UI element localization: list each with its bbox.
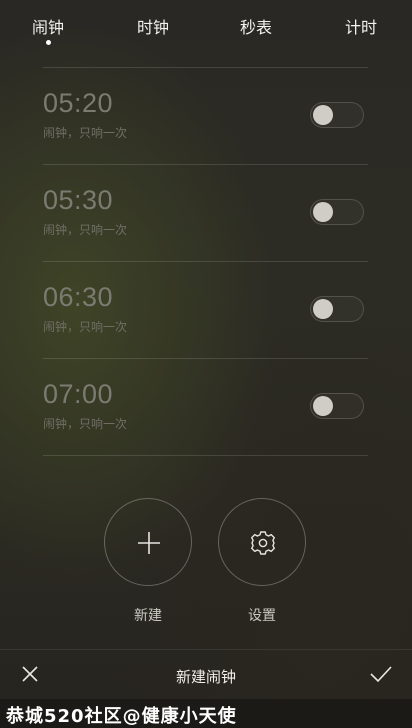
alarm-time: 07:00 xyxy=(43,379,114,409)
alarm-row[interactable]: 07:00 闹钟，只响一次 xyxy=(43,359,368,456)
alarm-time: 06:30 xyxy=(43,282,114,312)
new-alarm-label: 新建 xyxy=(134,608,162,624)
alarm-row[interactable]: 05:30 闹钟，只响一次 xyxy=(43,165,368,262)
alarm-toggle[interactable] xyxy=(310,393,364,419)
toggle-knob xyxy=(313,299,333,319)
alarm-repeat-label: 闹钟，只响一次 xyxy=(43,417,128,431)
settings-label: 设置 xyxy=(248,608,276,624)
watermark-text: 恭城520社区@健康小天使 xyxy=(6,706,237,727)
toggle-knob xyxy=(313,105,333,125)
alarm-time: 05:20 xyxy=(43,88,114,118)
alarm-list: 05:20 闹钟，只响一次 05:30 闹钟，只响一次 06:30 闹钟，只响一… xyxy=(43,67,368,456)
toggle-knob xyxy=(313,396,333,416)
bottom-action-bar: 新建闹钟 xyxy=(0,649,412,700)
tab-timer[interactable]: 计时 xyxy=(345,14,377,38)
confirm-button[interactable] xyxy=(369,664,393,688)
alarm-toggle[interactable] xyxy=(310,296,364,322)
tab-alarm[interactable]: 闹钟 xyxy=(32,14,64,38)
watermark-strip: 恭城520社区@健康小天使 xyxy=(0,699,412,728)
alarm-row[interactable]: 05:20 闹钟，只响一次 xyxy=(43,68,368,165)
bottom-bar-title: 新建闹钟 xyxy=(175,668,236,686)
active-tab-indicator xyxy=(46,40,51,45)
toggle-knob xyxy=(313,202,333,222)
settings-button[interactable] xyxy=(218,498,306,586)
alarm-row[interactable]: 06:30 闹钟，只响一次 xyxy=(43,262,368,359)
alarm-repeat-label: 闹钟，只响一次 xyxy=(43,320,128,334)
gear-icon xyxy=(251,531,275,555)
plus-icon xyxy=(138,532,160,554)
new-alarm-button[interactable] xyxy=(104,498,192,586)
alarm-repeat-label: 闹钟，只响一次 xyxy=(43,223,128,237)
tab-stopwatch[interactable]: 秒表 xyxy=(240,14,272,38)
tab-bar: 闹钟 时钟 秒表 计时 xyxy=(0,0,412,52)
alarm-toggle[interactable] xyxy=(310,199,364,225)
alarm-repeat-label: 闹钟，只响一次 xyxy=(43,126,128,140)
alarm-toggle[interactable] xyxy=(310,102,364,128)
tab-clock[interactable]: 时钟 xyxy=(137,14,169,38)
alarm-time: 05:30 xyxy=(43,185,114,215)
check-icon xyxy=(370,666,392,683)
